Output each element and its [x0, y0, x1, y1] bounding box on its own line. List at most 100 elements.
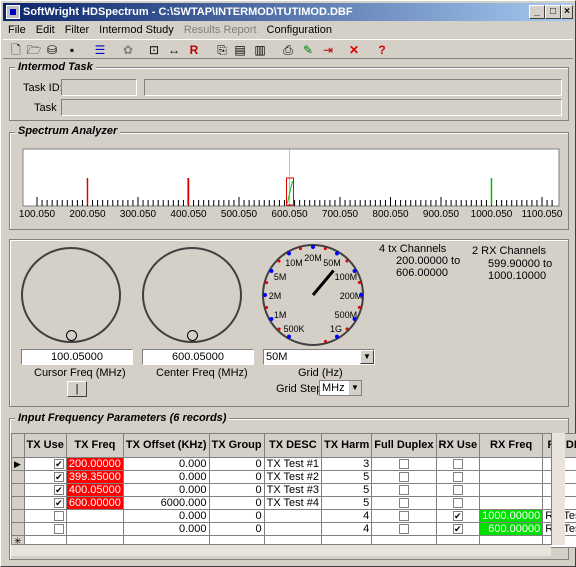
report-icon[interactable]: ⎘ [213, 41, 231, 59]
rx-use-cell[interactable] [435, 496, 481, 510]
column-header[interactable]: TX Group [208, 433, 265, 458]
rx-use-cell[interactable] [435, 457, 481, 471]
column-header[interactable]: Full Duplex [371, 433, 437, 458]
rx-use-cell[interactable]: ✔ [435, 509, 481, 523]
menu-intermod-study[interactable]: Intermod Study [94, 21, 179, 39]
chevron-down-icon[interactable]: ▼ [349, 381, 361, 395]
open-db-icon[interactable]: ⛁ [43, 41, 61, 59]
tx-offset-cell[interactable]: 0.000 [122, 457, 210, 471]
table-row[interactable]: 0.00004✔1000.00000RX Test #1 [11, 509, 576, 523]
column-header[interactable]: TX Use [23, 433, 67, 458]
task-id-field[interactable] [61, 79, 137, 96]
print-icon[interactable]: ⎙ [279, 41, 297, 59]
grid-dial[interactable]: 20M50M100M200M500M1G500K1M2M5M10M [261, 243, 365, 347]
tx-use-cell[interactable]: ✔ [23, 496, 67, 510]
maximize-button[interactable]: □ [545, 5, 561, 19]
tx-use-cell[interactable]: ✔ [23, 470, 67, 484]
span-icon[interactable]: ↔ [165, 41, 183, 59]
edit-icon[interactable]: ✎ [299, 41, 317, 59]
page-icon[interactable]: ▥ [251, 41, 269, 59]
row-selector[interactable] [11, 470, 25, 484]
rx-use-checkbox[interactable] [452, 485, 463, 496]
menu-filter[interactable]: Filter [60, 21, 94, 39]
tx-harm-cell[interactable]: 4 [321, 522, 373, 536]
close-button[interactable]: × [561, 5, 573, 19]
vertical-scrollbar[interactable] [551, 433, 565, 545]
tx-offset-cell[interactable]: 0.000 [122, 522, 210, 536]
tool-icon[interactable]: ✿ [119, 41, 137, 59]
spectrum-display[interactable]: 100.050 200.050 300.050 400.050 500.050 600.0… [15, 145, 563, 223]
tx-harm-cell[interactable]: 4 [321, 509, 373, 523]
row-selector[interactable] [11, 483, 25, 497]
tx-use-checkbox[interactable]: ✔ [53, 459, 64, 470]
tx-group-cell[interactable]: 0 [208, 470, 265, 484]
tx-desc-cell[interactable]: TX Test #1 [263, 457, 323, 471]
tx-desc-cell[interactable]: TX Test #2 [263, 470, 323, 484]
list-icon[interactable]: ☰ [91, 41, 109, 59]
table-row[interactable]: ✔ 399.35000 0.000 0 TX Test #2 5 [11, 470, 576, 484]
tx-group-cell[interactable]: 0 [208, 522, 265, 536]
full-duplex-checkbox[interactable] [398, 472, 409, 483]
row-selector[interactable] [11, 496, 25, 510]
grid-step-select[interactable]: MHz ▼ [319, 380, 362, 396]
center-freq-input[interactable]: 600.05000 [142, 349, 254, 365]
tx-use-cell[interactable] [23, 522, 67, 536]
row-selector[interactable]: ▶ [11, 457, 25, 471]
new-file-icon[interactable]: 🗋 [7, 41, 25, 59]
tx-offset-cell[interactable]: 0.000 [122, 509, 210, 523]
full-duplex-checkbox[interactable] [398, 511, 409, 522]
column-header[interactable]: TX Offset (KHz) [122, 433, 210, 458]
column-header[interactable]: RX Freq [479, 433, 544, 458]
rx-freq-cell[interactable] [479, 457, 544, 471]
tx-freq-cell[interactable] [65, 522, 124, 536]
row-selector[interactable] [11, 522, 25, 536]
grid-select[interactable]: 50M ▼ [263, 349, 375, 365]
full-duplex-cell[interactable] [371, 509, 437, 523]
minimize-button[interactable]: _ [529, 5, 545, 19]
full-duplex-cell[interactable] [371, 457, 437, 471]
chevron-down-icon[interactable]: ▼ [360, 350, 374, 364]
full-duplex-checkbox[interactable] [398, 524, 409, 535]
column-header[interactable]: TX Freq [65, 433, 124, 458]
tx-group-cell[interactable]: 0 [208, 496, 265, 510]
horizontal-scrollbar[interactable] [11, 544, 551, 556]
table-row[interactable]: ▶ ✔ 200.00000 0.000 0 TX Test #1 3 [11, 457, 576, 471]
rx-use-checkbox[interactable]: ✔ [452, 524, 463, 535]
help-icon[interactable]: ? [373, 41, 391, 59]
full-duplex-checkbox[interactable] [398, 485, 409, 496]
tx-freq-cell[interactable] [65, 509, 124, 523]
menu-file[interactable]: File [3, 21, 31, 39]
tx-group-cell[interactable]: 0 [208, 457, 265, 471]
tx-harm-cell[interactable]: 5 [321, 496, 373, 510]
tx-desc-cell[interactable] [263, 509, 323, 523]
tx-desc-cell[interactable] [263, 522, 323, 536]
tx-offset-cell[interactable]: 6000.000 [122, 496, 210, 510]
cursor-step-button[interactable]: | [67, 381, 87, 397]
rx-use-checkbox[interactable]: ✔ [452, 511, 463, 522]
tx-freq-cell[interactable]: 200.00000 [65, 457, 124, 471]
full-duplex-cell[interactable] [371, 522, 437, 536]
tx-use-cell[interactable]: ✔ [23, 483, 67, 497]
table-row[interactable]: ✔ 400.05000 0.000 0 TX Test #3 5 [11, 483, 576, 497]
exit-icon[interactable]: ⇥ [319, 41, 337, 59]
save-icon[interactable]: ▪ [63, 41, 81, 59]
tx-use-checkbox[interactable] [53, 524, 64, 535]
tx-use-checkbox[interactable] [53, 511, 64, 522]
cursor-freq-input[interactable]: 100.05000 [21, 349, 133, 365]
row-selector[interactable] [11, 509, 25, 523]
rx-use-checkbox[interactable] [452, 459, 463, 470]
rx-use-checkbox[interactable] [452, 472, 463, 483]
menu-configuration[interactable]: Configuration [262, 21, 337, 39]
tx-harm-cell[interactable]: 5 [321, 483, 373, 497]
tx-group-cell[interactable]: 0 [208, 483, 265, 497]
column-header[interactable]: RX Use [435, 433, 481, 458]
tx-desc-cell[interactable]: TX Test #3 [263, 483, 323, 497]
rx-use-cell[interactable]: ✔ [435, 522, 481, 536]
full-duplex-cell[interactable] [371, 483, 437, 497]
tx-use-cell[interactable] [23, 509, 67, 523]
reset-icon[interactable]: R [185, 41, 203, 59]
tx-freq-cell[interactable]: 400.05000 [65, 483, 124, 497]
menu-edit[interactable]: Edit [31, 21, 60, 39]
tx-desc-cell[interactable]: TX Test #4 [263, 496, 323, 510]
table-row[interactable]: 0.00004✔600.00000RX Test #2 [11, 522, 576, 536]
